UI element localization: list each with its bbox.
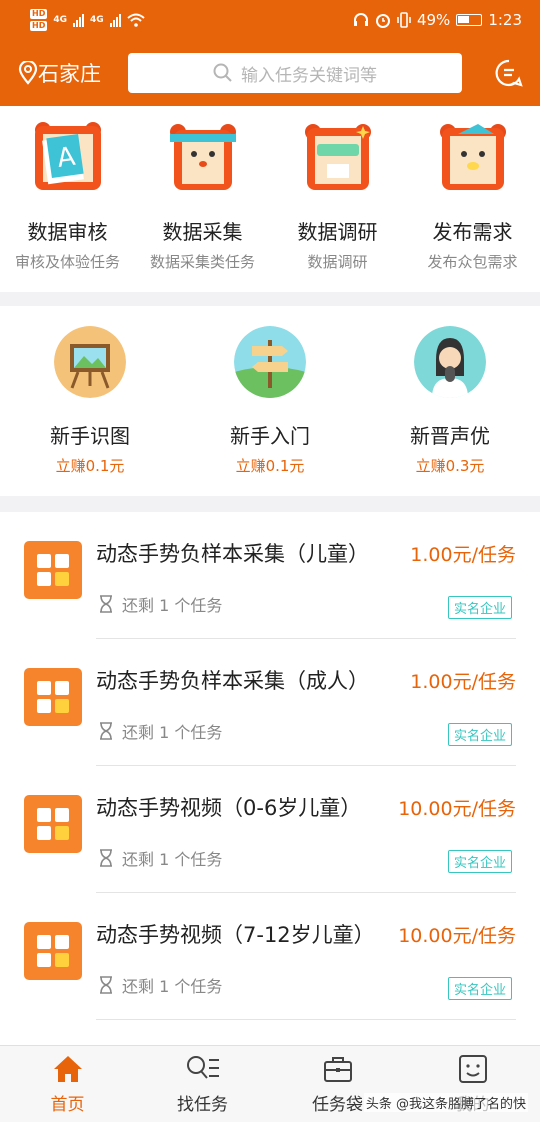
headphones-icon bbox=[353, 13, 368, 26]
verified-company-badge: 实名企业 bbox=[447, 723, 512, 746]
divider bbox=[96, 1019, 516, 1020]
verified-company-badge: 实名企业 bbox=[447, 596, 512, 619]
task-list: 动态手势负样本采集（儿童） 1.00元/任务 还剩 1 个任务 实名企业 动态手… bbox=[0, 512, 540, 1045]
vibrate-icon bbox=[397, 12, 411, 28]
newbie-image-recognition[interactable]: 新手识图 立赚0.1元 bbox=[0, 306, 180, 496]
category-title: 发布需求 bbox=[432, 220, 513, 244]
watermark-text: 头条 @我这条胳膊了名的快 bbox=[363, 1093, 528, 1112]
task-title: 动态手势视频（7-12岁儿童） bbox=[96, 923, 375, 947]
nav-label: 任务袋 bbox=[312, 1095, 363, 1115]
search-input[interactable]: 输入任务关键词等 bbox=[128, 53, 462, 93]
newbie-title: 新晋声优 bbox=[410, 424, 490, 448]
category-data-collection[interactable]: 数据采集 数据采集类任务 bbox=[135, 106, 270, 292]
hd-badge: HD HD bbox=[30, 9, 48, 31]
newbie-voice-actor[interactable]: 新晋声优 立赚0.3元 bbox=[360, 306, 540, 496]
task-remaining: 还剩 1 个任务 bbox=[122, 977, 223, 996]
search-placeholder: 输入任务关键词等 bbox=[241, 65, 377, 86]
signpost-icon bbox=[234, 326, 306, 398]
task-remaining: 还剩 1 个任务 bbox=[122, 723, 223, 742]
message-icon[interactable] bbox=[494, 58, 524, 88]
task-remaining: 还剩 1 个任务 bbox=[122, 596, 223, 615]
easel-icon bbox=[54, 326, 126, 398]
task-title: 动态手势负样本采集（成人） bbox=[96, 669, 369, 693]
nav-label: 首页 bbox=[50, 1095, 85, 1115]
hourglass-icon bbox=[100, 722, 112, 740]
newbie-row: 新手识图 立赚0.1元 新手入门 立赚0.1元 新晋声优 立赚0.3元 bbox=[0, 306, 540, 496]
task-item[interactable]: 动态手势负样本采集（儿童） 1.00元/任务 还剩 1 个任务 实名企业 bbox=[0, 512, 540, 639]
signal-icon bbox=[73, 13, 84, 27]
task-price: 10.00元/任务 bbox=[398, 925, 516, 947]
home-icon bbox=[53, 1056, 82, 1082]
microphone-girl-icon bbox=[414, 326, 486, 398]
nav-find-task[interactable]: 找任务 bbox=[135, 1046, 270, 1122]
top-bar: HD HD 4G 4G 49% 1:23 石家庄 输入任务关键词等 bbox=[0, 0, 540, 106]
status-bar: HD HD 4G 4G 49% 1:23 bbox=[0, 0, 540, 40]
nav-home[interactable]: 首页 bbox=[0, 1046, 135, 1122]
newbie-reward: 立赚0.1元 bbox=[55, 457, 125, 475]
app-grid-icon bbox=[24, 795, 82, 853]
newbie-reward: 立赚0.3元 bbox=[415, 457, 485, 475]
task-item[interactable]: 动态手势视频（0-6岁儿童） 10.00元/任务 还剩 1 个任务 实名企业 bbox=[0, 766, 540, 893]
task-price: 1.00元/任务 bbox=[410, 671, 516, 693]
network-label: 4G bbox=[53, 15, 67, 25]
category-data-research[interactable]: 数据调研 数据调研 bbox=[270, 106, 405, 292]
app-grid-icon bbox=[24, 668, 82, 726]
tiger-collection-icon bbox=[169, 124, 236, 190]
battery-icon bbox=[456, 14, 483, 26]
hourglass-icon bbox=[100, 849, 112, 867]
find-task-icon bbox=[186, 1056, 219, 1079]
verified-company-badge: 实名企业 bbox=[447, 977, 512, 1000]
city-name: 石家庄 bbox=[38, 62, 101, 86]
app-grid-icon bbox=[24, 541, 82, 599]
app-grid-icon bbox=[24, 922, 82, 980]
briefcase-icon bbox=[323, 1057, 352, 1082]
task-item[interactable]: 动态手势视频（7-12岁儿童） 10.00元/任务 还剩 1 个任务 实名企业 bbox=[0, 893, 540, 1020]
clock-time: 1:23 bbox=[488, 11, 522, 29]
task-remaining: 还剩 1 个任务 bbox=[122, 850, 223, 869]
newbie-title: 新手识图 bbox=[50, 424, 130, 448]
category-subtitle: 数据采集类任务 bbox=[149, 253, 255, 271]
battery-percent: 49% bbox=[416, 11, 451, 29]
verified-company-badge: 实名企业 bbox=[447, 850, 512, 873]
newbie-reward: 立赚0.1元 bbox=[235, 457, 305, 475]
category-title: 数据采集 bbox=[162, 220, 243, 244]
app-header: 石家庄 输入任务关键词等 bbox=[0, 40, 540, 106]
task-title: 动态手势负样本采集（儿童） bbox=[96, 542, 369, 566]
tiger-review-icon: A bbox=[34, 122, 101, 190]
hourglass-icon bbox=[100, 595, 112, 613]
task-price: 1.00元/任务 bbox=[410, 544, 516, 566]
newbie-title: 新手入门 bbox=[230, 424, 310, 448]
task-price: 10.00元/任务 bbox=[398, 798, 516, 820]
newbie-getting-started[interactable]: 新手入门 立赚0.1元 bbox=[180, 306, 360, 496]
category-data-review[interactable]: A 数据审核 审核及体验任务 bbox=[0, 106, 135, 292]
category-publish-demand[interactable]: 发布需求 发布众包需求 bbox=[405, 106, 540, 292]
hourglass-icon bbox=[100, 976, 112, 994]
category-subtitle: 审核及体验任务 bbox=[14, 253, 120, 271]
network-label-2: 4G bbox=[90, 15, 104, 25]
task-item[interactable]: 动态手势负样本采集（成人） 1.00元/任务 还剩 1 个任务 实名企业 bbox=[0, 639, 540, 766]
tiger-research-icon bbox=[304, 124, 371, 190]
category-title: 数据审核 bbox=[27, 220, 108, 244]
tiger-publish-icon bbox=[439, 124, 506, 190]
profile-icon bbox=[458, 1055, 487, 1083]
search-icon bbox=[213, 63, 232, 82]
category-subtitle: 数据调研 bbox=[307, 253, 368, 271]
city-selector[interactable]: 石家庄 bbox=[18, 58, 128, 88]
category-subtitle: 发布众包需求 bbox=[427, 253, 518, 271]
alarm-icon bbox=[375, 14, 390, 28]
category-grid: A 数据审核 审核及体验任务 数据采集 数据采集类任务 数据调研 数据调研 发布… bbox=[0, 106, 540, 292]
task-title: 动态手势视频（0-6岁儿童） bbox=[96, 796, 362, 820]
category-title: 数据调研 bbox=[297, 220, 378, 244]
signal-icon-2 bbox=[109, 13, 121, 27]
nav-label: 找任务 bbox=[177, 1095, 228, 1115]
location-pin-icon bbox=[18, 61, 38, 85]
wifi-icon bbox=[126, 13, 145, 27]
